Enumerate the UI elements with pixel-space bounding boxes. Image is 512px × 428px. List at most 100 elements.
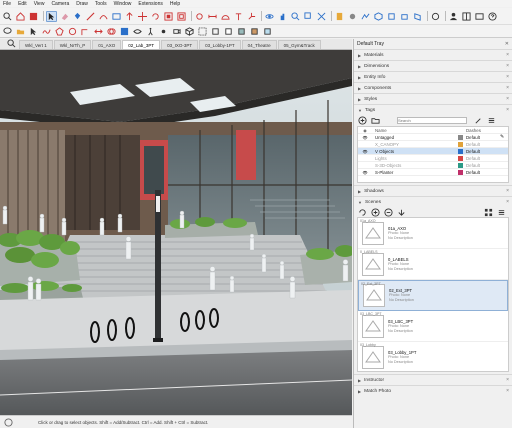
select-icon[interactable] (46, 10, 57, 22)
lasso-icon[interactable] (2, 26, 13, 37)
tag-dashes[interactable]: Default (466, 156, 500, 161)
update-scene-icon[interactable] (357, 207, 368, 218)
name-column-header[interactable]: Name (372, 128, 458, 133)
tag-color-swatch[interactable] (458, 141, 463, 147)
close-icon[interactable]: × (506, 107, 509, 113)
scene-item[interactable]: 01a_AXO Photo: None No Description 01a_A… (358, 218, 508, 249)
group-icon[interactable] (197, 26, 208, 37)
protractor-icon[interactable] (220, 11, 231, 22)
section-entity-info[interactable]: ▶ Entity Info × (354, 71, 512, 82)
menu-edit[interactable]: Edit (18, 1, 27, 7)
pencil-icon[interactable]: ✎ (500, 134, 504, 140)
front-view-icon[interactable] (399, 11, 410, 22)
search-icon[interactable] (2, 11, 13, 22)
tag-dashes[interactable]: Default (466, 142, 500, 147)
orbit-icon[interactable] (264, 11, 275, 22)
tag-row[interactable]: X_CANOPY Default (358, 141, 508, 148)
tab-scene[interactable]: Wkl_NrTh_P (53, 40, 92, 49)
details-icon[interactable] (496, 207, 507, 218)
tag-tool-icon[interactable] (473, 115, 484, 126)
remove-scene-icon[interactable] (383, 207, 394, 218)
tag-color-swatch[interactable] (458, 155, 463, 161)
close-icon[interactable]: × (506, 388, 509, 394)
circle-icon[interactable] (67, 26, 78, 37)
hide-icon[interactable] (132, 26, 143, 37)
tag-dashes[interactable]: Default (466, 149, 500, 154)
right-view-icon[interactable] (412, 11, 423, 22)
scene-item[interactable]: 03_Lobby_1PT Photo: None No Description … (358, 342, 508, 371)
tag-color-swatch[interactable] (458, 169, 463, 175)
close-icon[interactable]: × (506, 96, 509, 102)
section-components[interactable]: ▶ Components × (354, 82, 512, 93)
display-style-icon[interactable] (430, 11, 441, 22)
section-dimensions[interactable]: ▶ Dimensions × (354, 60, 512, 71)
polygon-icon[interactable] (54, 26, 65, 37)
section-shadows[interactable]: ▶ Shadows × (354, 185, 512, 196)
move-down-icon[interactable] (396, 207, 407, 218)
zoom-window-icon[interactable] (303, 11, 314, 22)
cursor-icon[interactable] (28, 26, 39, 37)
hidden-line-icon[interactable] (223, 26, 234, 37)
tab-scene[interactable]: 05_Gym&Track (277, 40, 321, 49)
tags-search-input[interactable] (397, 117, 467, 124)
tab-scene[interactable]: 03_IXO-3PT (161, 40, 199, 49)
position-camera-icon[interactable] (171, 26, 182, 37)
section-styles[interactable]: ▶ Styles × (354, 93, 512, 104)
visible-eye-icon[interactable]: 👁 (358, 149, 372, 154)
view-options-icon[interactable] (483, 207, 494, 218)
tag-row[interactable]: 👁 S-Planter Default (358, 169, 508, 176)
tag-dashes[interactable]: Default (466, 135, 500, 140)
rectangle-icon[interactable] (111, 11, 122, 22)
close-icon[interactable]: × (506, 188, 509, 194)
menu-view[interactable]: View (34, 1, 45, 7)
details-icon[interactable] (486, 115, 497, 126)
dimension-icon[interactable] (207, 11, 218, 22)
section-materials[interactable]: ▶ Materials × (354, 49, 512, 60)
add-tag-icon[interactable] (357, 115, 368, 126)
sandbox-icon[interactable] (360, 11, 371, 22)
section-plane-icon[interactable] (334, 11, 345, 22)
tab-scene-active[interactable]: 02_Lab_3PT (122, 40, 161, 49)
scene-item[interactable]: 03_LBC_3PT Photo: None No Description 03… (358, 311, 508, 342)
dashes-column-header[interactable]: Dashes (466, 128, 500, 133)
model-viewport[interactable] (0, 50, 352, 415)
menu-draw[interactable]: Draw (76, 1, 88, 7)
tag-row[interactable]: S-3D-Objects Default (358, 162, 508, 169)
zoom-extents-icon[interactable] (316, 11, 327, 22)
close-icon[interactable]: × (506, 74, 509, 80)
move-icon[interactable] (137, 11, 148, 22)
eraser-icon[interactable] (59, 11, 70, 22)
menu-help[interactable]: Help (170, 1, 180, 7)
search-icon[interactable] (6, 38, 17, 49)
close-icon[interactable]: × (506, 377, 509, 383)
tag-dashes[interactable]: Default (466, 163, 500, 168)
tag-color-swatch[interactable] (458, 162, 463, 168)
pan-icon[interactable] (277, 11, 288, 22)
look-around-icon[interactable] (158, 26, 169, 37)
add-scene-icon[interactable] (370, 207, 381, 218)
outer-shell-icon[interactable] (119, 26, 130, 37)
offset-icon[interactable] (176, 11, 187, 22)
tab-scene[interactable]: 03_Lobby-1PT (199, 40, 241, 49)
arc-icon[interactable] (98, 11, 109, 22)
paint-bucket-icon[interactable] (72, 11, 83, 22)
menu-tools[interactable]: Tools (95, 1, 107, 7)
close-icon[interactable]: × (506, 52, 509, 58)
menu-file[interactable]: File (3, 1, 11, 7)
axes-icon[interactable] (246, 11, 257, 22)
tag-row[interactable]: 👁 Untagged Default ✎ (358, 134, 508, 141)
section-instructor[interactable]: ▶ Instructor × (354, 374, 512, 385)
scene-item-selected[interactable]: 02_Ext_3PT Photo: None No Description 02… (358, 280, 508, 311)
follow-me-icon[interactable] (80, 26, 91, 37)
scale-icon[interactable] (163, 11, 174, 22)
shadows-icon[interactable] (347, 11, 358, 22)
close-icon[interactable]: × (506, 199, 509, 205)
close-icon[interactable]: × (506, 63, 509, 69)
menu-camera[interactable]: Camera (51, 1, 69, 7)
tag-color-swatch[interactable] (458, 134, 463, 140)
tab-scene[interactable]: 04_Theatre (241, 40, 277, 49)
freehand-icon[interactable] (41, 26, 52, 37)
zoom-icon[interactable] (290, 11, 301, 22)
extension-icon[interactable] (28, 11, 39, 22)
push-pull-icon[interactable] (124, 11, 135, 22)
